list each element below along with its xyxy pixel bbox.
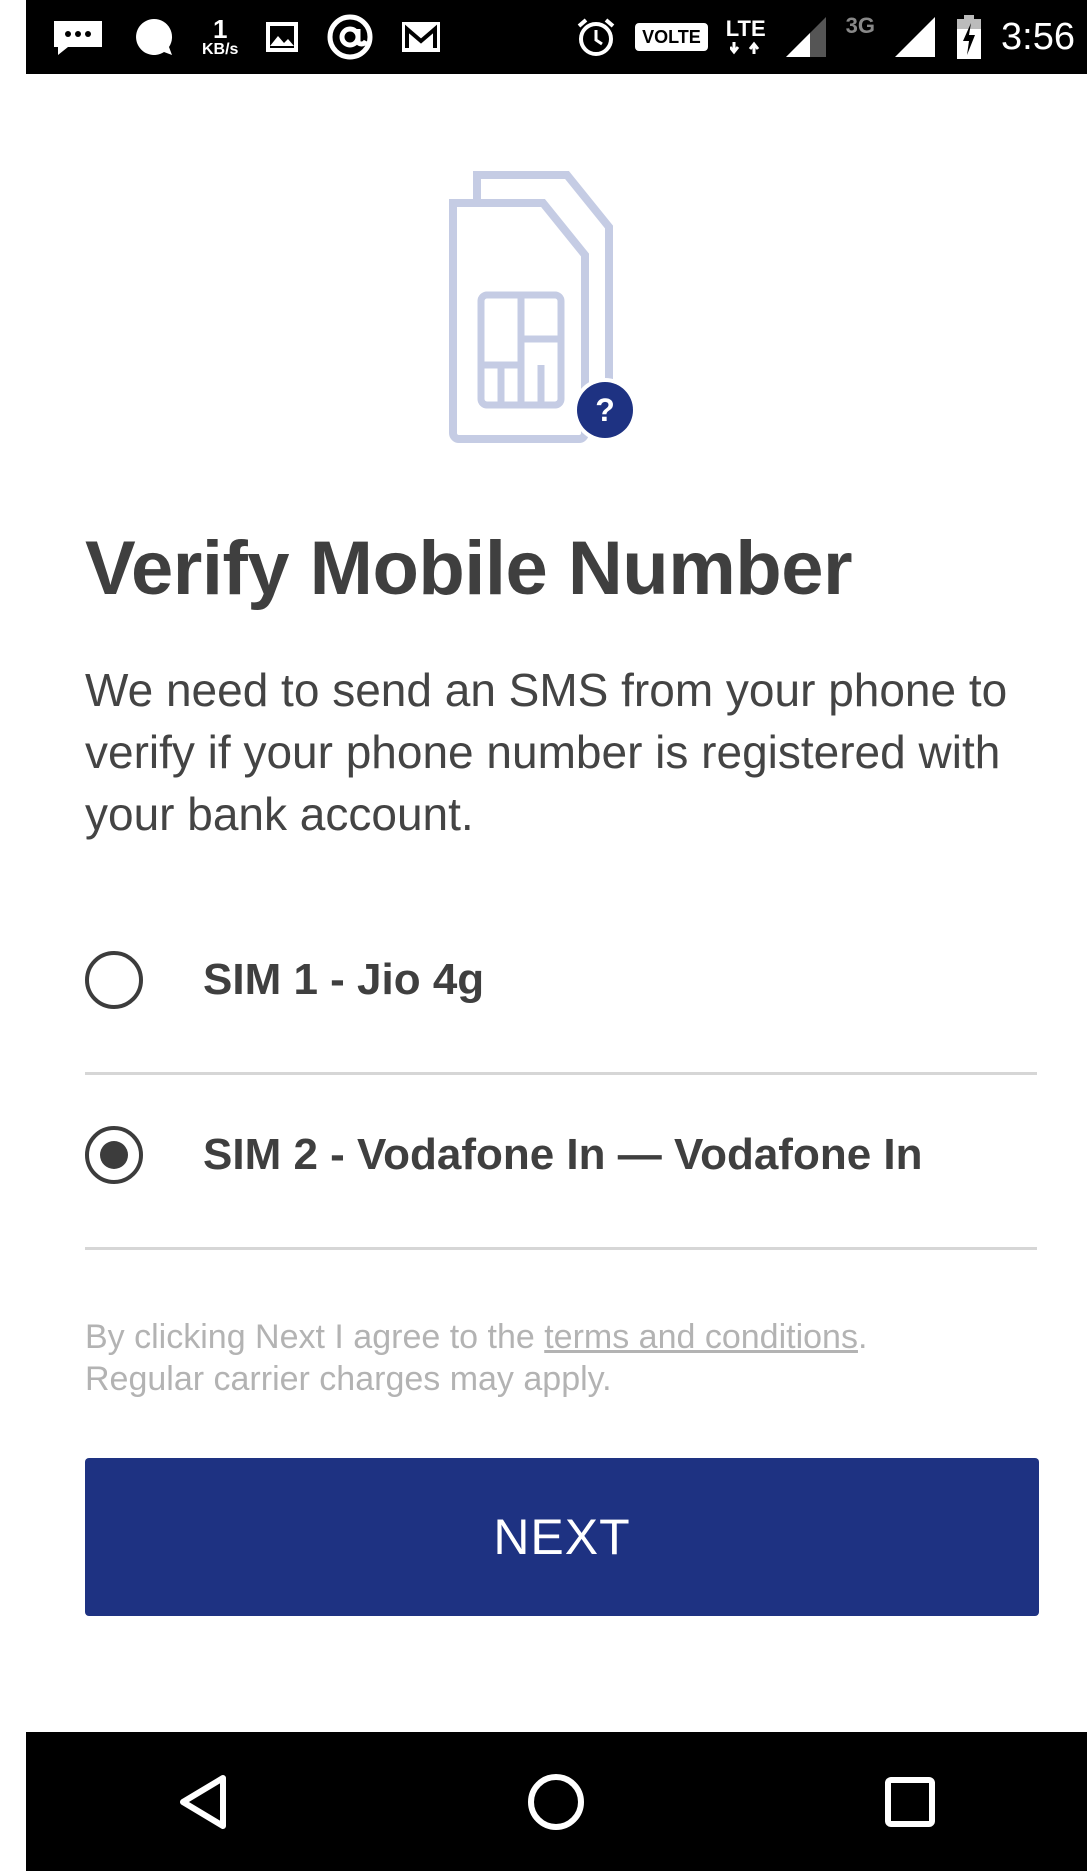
radio-button-sim-1[interactable]: [85, 951, 143, 1009]
navigation-bar: [26, 1732, 1087, 1871]
at-icon: [326, 0, 374, 74]
radio-button-sim-2[interactable]: [85, 1126, 143, 1184]
volte-indicator: VOLTE: [635, 0, 708, 74]
app-screen: 1 KB/s VOLTE LTE 3G 3:56 ? Verify Mobile…: [26, 0, 1087, 1871]
sim-option-2[interactable]: SIM 2 - Vodafone In — Vodafone In: [85, 1075, 1037, 1250]
data-rate-indicator: 1 KB/s: [202, 14, 239, 58]
page-description: We need to send an SMS from your phone t…: [85, 664, 1008, 840]
signal-icon: [893, 0, 937, 74]
battery-charging-icon: [955, 0, 983, 74]
recents-icon[interactable]: [865, 1757, 955, 1847]
sim-option-label: SIM 1 - Jio 4g: [203, 955, 485, 1004]
home-icon[interactable]: [511, 1757, 601, 1847]
status-bar: 1 KB/s VOLTE LTE 3G 3:56: [26, 0, 1087, 74]
sim-card-icon: ?: [449, 171, 637, 443]
back-icon[interactable]: [158, 1757, 248, 1847]
gallery-icon: [264, 0, 300, 74]
chat-icon: [50, 0, 106, 74]
terms-suffix: .: [857, 1318, 868, 1356]
network-3g-indicator: 3G: [845, 13, 876, 38]
terms-prefix: By clicking Next I agree to the: [85, 1318, 545, 1356]
clock: 3:56: [1001, 15, 1075, 58]
badge-text: ?: [595, 392, 615, 428]
gmail-icon: [400, 0, 442, 74]
sim-card-illustration: ?: [443, 165, 693, 445]
sim-option-1[interactable]: SIM 1 - Jio 4g: [85, 900, 1037, 1075]
lte-indicator: LTE: [726, 0, 766, 74]
sim-option-label: SIM 2 - Vodafone In — Vodafone In: [203, 1130, 923, 1179]
carrier-charges-note: Regular carrier charges may apply.: [85, 1360, 612, 1398]
signal-icon: [784, 0, 828, 74]
page-title: Verify Mobile Number: [85, 526, 853, 611]
terms-link[interactable]: terms and conditions: [544, 1318, 858, 1356]
next-button[interactable]: NEXT: [85, 1458, 1039, 1616]
messenger-icon: [132, 0, 176, 74]
terms-text: By clicking Next I agree to the terms an…: [85, 1316, 1045, 1400]
alarm-icon: [575, 0, 617, 74]
